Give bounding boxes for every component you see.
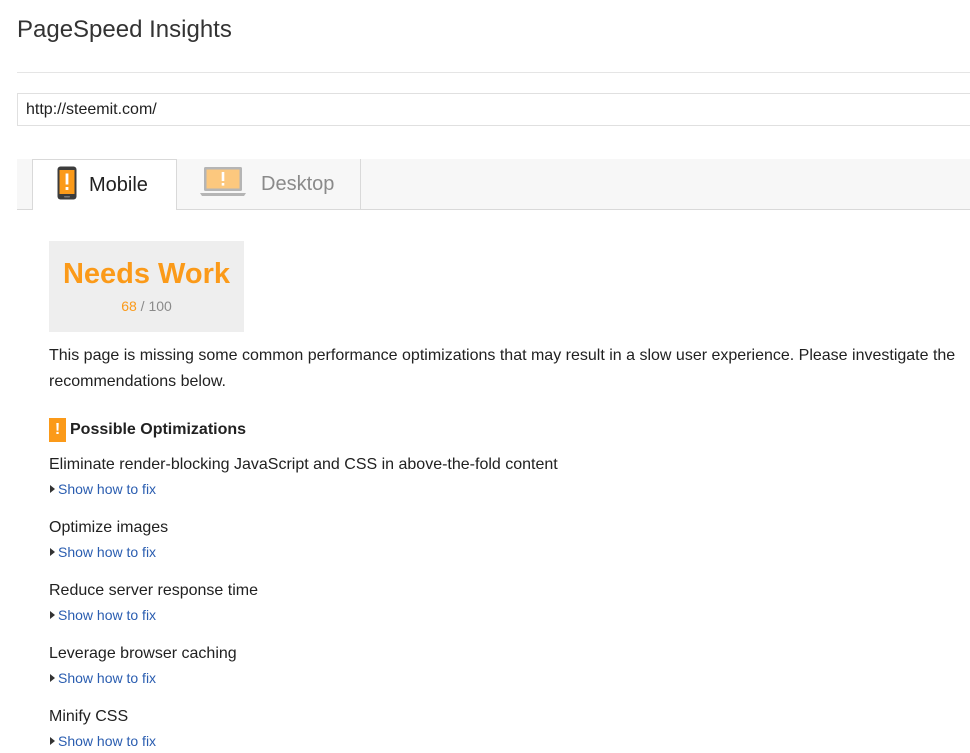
section-title: Possible Optimizations [70, 421, 247, 438]
caret-right-icon [50, 485, 55, 493]
page: PageSpeed Insights Mobile [0, 0, 970, 753]
show-how-to-fix-label: Show how to fix [58, 481, 157, 497]
laptop-warning-icon [200, 166, 246, 203]
tab-mobile-label: Mobile [89, 173, 148, 196]
score-status: Needs Work [62, 258, 231, 290]
score-separator: / [136, 298, 149, 314]
device-tab-bar: Mobile Desktop [17, 159, 970, 210]
rule-item: Leverage browser caching Show how to fix [49, 644, 237, 686]
show-how-to-fix-link[interactable]: Show how to fix [49, 544, 168, 560]
show-how-to-fix-link[interactable]: Show how to fix [49, 733, 156, 749]
rule-title: Optimize images [49, 519, 169, 536]
score-box: Needs Work 68 / 100 [49, 241, 244, 332]
rule-item: Optimize images Show how to fix [49, 518, 168, 560]
show-how-to-fix-label: Show how to fix [58, 544, 157, 560]
title-divider [17, 72, 970, 73]
caret-right-icon [50, 611, 55, 619]
score-max: 100 [148, 298, 172, 314]
rule-title: Reduce server response time [49, 582, 258, 599]
rule-title: Minify CSS [49, 708, 129, 725]
rule-title: Eliminate render-blocking JavaScript and… [49, 456, 558, 473]
url-input[interactable] [17, 93, 970, 126]
app-title: PageSpeed Insights [17, 16, 232, 43]
show-how-to-fix-label: Show how to fix [58, 733, 157, 749]
tab-mobile[interactable]: Mobile [32, 159, 177, 210]
rule-item: Reduce server response time Show how to … [49, 581, 258, 623]
mobile-warning-icon [57, 166, 77, 205]
show-how-to-fix-link[interactable]: Show how to fix [49, 481, 558, 497]
show-how-to-fix-link[interactable]: Show how to fix [49, 670, 237, 686]
summary-text: This page is missing some common perform… [49, 347, 956, 390]
score-value: 68 [121, 298, 137, 314]
tab-desktop[interactable]: Desktop [177, 159, 361, 209]
possible-optimizations-heading: ! Possible Optimizations [49, 418, 246, 442]
caret-right-icon [50, 548, 55, 556]
show-how-to-fix-label: Show how to fix [58, 607, 157, 623]
show-how-to-fix-label: Show how to fix [58, 670, 157, 686]
score-line: 68 / 100 [49, 298, 244, 314]
rule-item: Eliminate render-blocking JavaScript and… [49, 455, 558, 497]
tab-desktop-label: Desktop [261, 172, 335, 195]
rule-title: Leverage browser caching [49, 645, 237, 662]
rule-item: Minify CSS Show how to fix [49, 707, 156, 749]
caret-right-icon [50, 674, 55, 682]
warning-icon: ! [49, 418, 66, 442]
show-how-to-fix-link[interactable]: Show how to fix [49, 607, 258, 623]
caret-right-icon [50, 737, 55, 745]
